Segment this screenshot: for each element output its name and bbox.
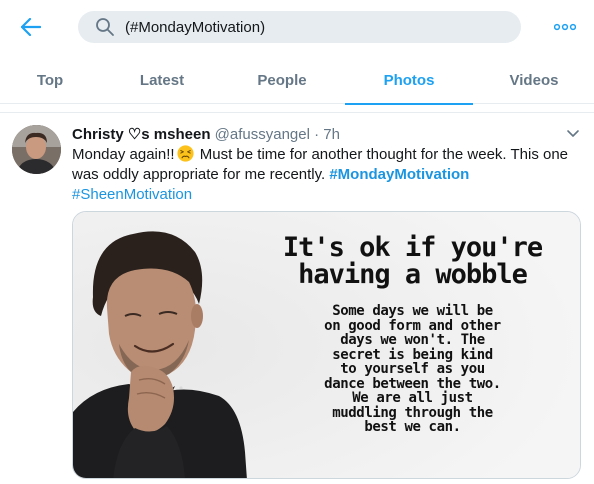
quote-title-line: It's ok if you're bbox=[282, 232, 543, 263]
quote-line: We are all just bbox=[352, 390, 473, 406]
quote-body: Some days we will be on good form and ot… bbox=[245, 304, 580, 435]
more-options-button[interactable] bbox=[552, 16, 578, 38]
quote-line: best we can. bbox=[364, 419, 461, 435]
tab-photos[interactable]: Photos bbox=[345, 56, 473, 105]
tab-top[interactable]: Top bbox=[0, 56, 100, 104]
tweet-menu-button[interactable] bbox=[563, 125, 583, 143]
tweet[interactable]: Christy ♡s msheen @afussyangel · 7h Mond… bbox=[0, 112, 594, 484]
tab-latest[interactable]: Latest bbox=[112, 56, 212, 104]
search-box[interactable] bbox=[78, 11, 521, 43]
quote-line: on good form and other bbox=[324, 317, 501, 334]
avatar[interactable] bbox=[12, 125, 61, 174]
quote-title: It's ok if you're having a wobble bbox=[245, 234, 580, 288]
separator-dot: · bbox=[314, 126, 320, 143]
persevering-face-icon bbox=[177, 145, 194, 162]
back-button[interactable] bbox=[16, 12, 46, 42]
quote-line: secret is being kind bbox=[332, 346, 493, 363]
search-input[interactable] bbox=[125, 11, 505, 43]
chevron-down-icon bbox=[567, 130, 579, 137]
tweet-header: Christy ♡s msheen @afussyangel · 7h bbox=[72, 125, 340, 145]
hashtag-sheenmotivation[interactable]: #SheenMotivation bbox=[72, 186, 192, 203]
tab-videos[interactable]: Videos bbox=[484, 56, 584, 104]
tweet-text-part1: Monday again!! bbox=[72, 146, 175, 163]
search-icon bbox=[96, 18, 114, 36]
quote-title-line: having a wobble bbox=[298, 259, 528, 290]
quote-line: dance between the two. bbox=[324, 375, 501, 392]
top-bar bbox=[0, 0, 594, 54]
tweet-image[interactable]: It's ok if you're having a wobble Some d… bbox=[72, 211, 581, 479]
tweet-time[interactable]: 7h bbox=[323, 126, 340, 143]
search-tabs: Top Latest People Photos Videos bbox=[0, 56, 594, 105]
hashtag-mondaymotivation[interactable]: #MondayMotivation bbox=[329, 166, 469, 183]
tweet-text: Monday again!! Must be time for another … bbox=[72, 145, 572, 205]
quote-line: muddling through the bbox=[332, 404, 493, 421]
author-name[interactable]: Christy ♡s msheen bbox=[72, 126, 211, 143]
quote-line: days we won't. The bbox=[340, 332, 485, 348]
author-handle[interactable]: @afussyangel bbox=[215, 126, 310, 143]
tab-people[interactable]: People bbox=[232, 56, 332, 104]
quote-line: to yourself as you bbox=[340, 361, 485, 377]
arrow-left-icon bbox=[21, 18, 41, 36]
avatar-image bbox=[12, 125, 61, 174]
more-dots-icon bbox=[554, 23, 576, 31]
quote-line: Some days we will be bbox=[332, 303, 493, 319]
